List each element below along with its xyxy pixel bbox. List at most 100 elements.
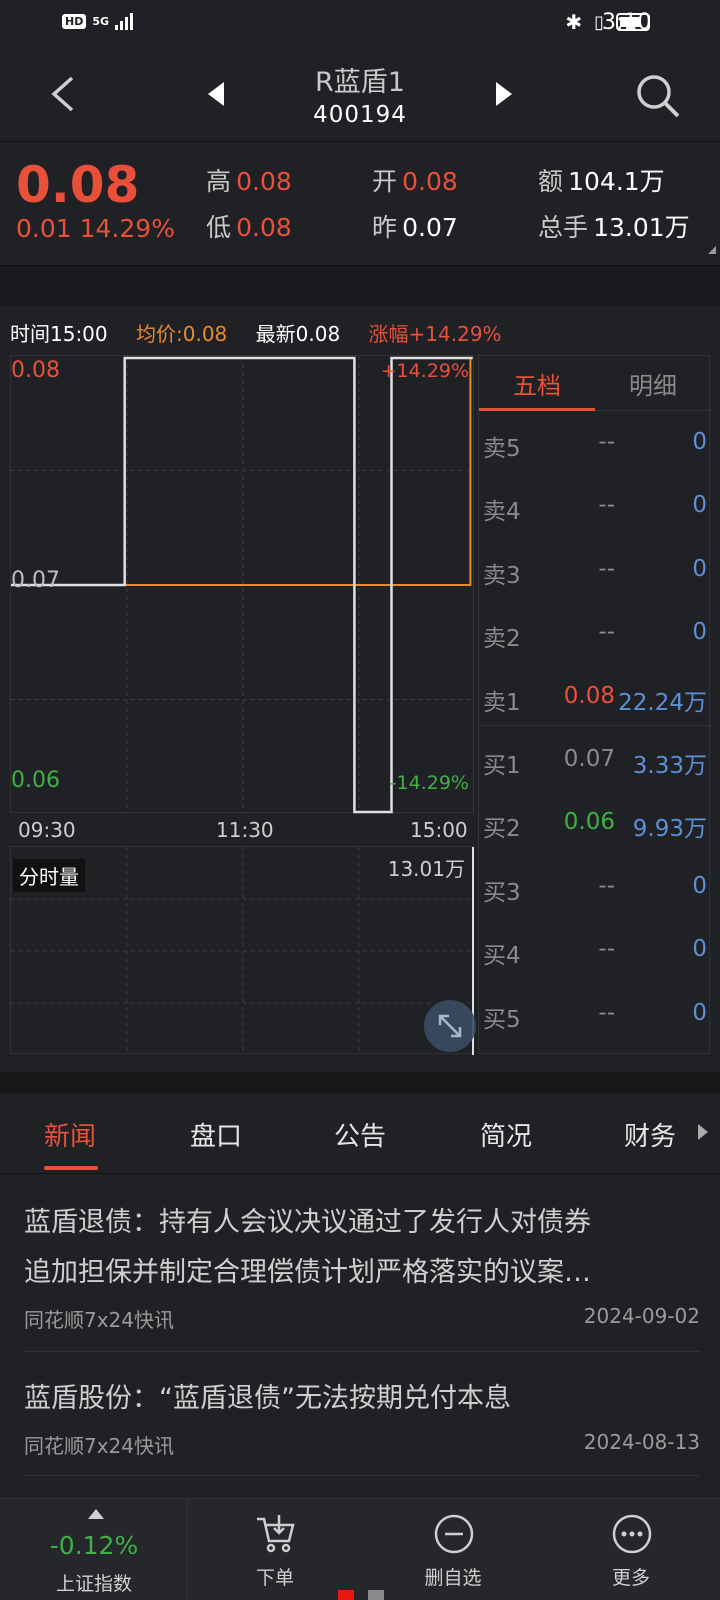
y-axis-mid-label: 0.07 (11, 568, 60, 593)
prev-close-field: 昨 0.07 (372, 208, 458, 244)
y-axis-bottom-label: 0.06 (11, 768, 60, 793)
index-name: 上证指数 (55, 1573, 132, 1595)
signal-icon (115, 12, 134, 30)
tab-announcements[interactable]: 公告 (334, 1116, 386, 1153)
order-book-row: 卖4 -- 0 (479, 474, 711, 538)
previous-stock-icon[interactable] (208, 82, 224, 106)
page-indicator (368, 1590, 384, 1600)
tab-five-levels[interactable]: 五档 (479, 366, 595, 401)
back-arrow-icon[interactable] (44, 74, 84, 114)
news-source: 同花顺7x24快讯 (24, 1308, 175, 1332)
order-volume: 0 (692, 936, 707, 963)
order-button[interactable]: 下单 (210, 1499, 340, 1600)
volume-field: 总手 13.01万 (538, 208, 690, 244)
order-level-label: 卖5 (483, 436, 521, 462)
price-change: 0.01 14.29% (16, 214, 175, 243)
order-level-label: 卖2 (483, 626, 521, 653)
volume-chart[interactable]: 分时量 13.01万 (10, 846, 475, 1055)
fullscreen-button[interactable] (424, 1000, 476, 1052)
expand-up-icon (88, 1509, 104, 1519)
order-level-label: 卖4 (483, 499, 521, 526)
tab-news[interactable]: 新闻 (44, 1116, 96, 1153)
low-label: 低 (206, 213, 232, 242)
y-axis-top-label: 0.08 (11, 358, 60, 383)
stock-name: R蓝盾1 (315, 67, 405, 98)
order-volume: 3.33万 (632, 753, 707, 779)
x-axis-label-start: 09:30 (18, 818, 76, 842)
stock-code: 400194 (313, 102, 407, 128)
order-price: -- (598, 619, 615, 646)
order-level-label: 买2 (483, 816, 521, 843)
high-label: 高 (206, 167, 232, 196)
network-indicators: HD 5G (62, 12, 134, 30)
index-ticker[interactable]: -0.12% 上证指数 (0, 1499, 188, 1600)
cart-icon (257, 1515, 295, 1553)
minus-circle-icon (434, 1514, 474, 1554)
order-volume: 0 (692, 555, 707, 582)
amount-label: 额 (538, 167, 564, 196)
index-change: -0.12% (49, 1531, 139, 1560)
news-meta: 同花顺7x24快讯 2024-08-13 (24, 1430, 700, 1459)
low-field: 低 0.08 (206, 208, 292, 244)
order-book-row: 买5 -- 0 (479, 982, 711, 1046)
open-field: 开 0.08 (372, 162, 458, 198)
expand-arrows-icon (438, 1014, 462, 1038)
chart-info-line: 时间15:00 均价:0.08 最新0.08 涨幅+14.29% (10, 318, 524, 347)
order-book-tabs: 五档 明细 (479, 356, 711, 411)
more-button[interactable]: 更多 (566, 1499, 696, 1600)
order-price: -- (598, 872, 615, 899)
order-level-label: 买4 (483, 943, 521, 970)
open-label: 开 (372, 167, 398, 196)
order-level-label: 卖1 (483, 689, 521, 716)
order-book-row: 卖3 -- 0 (479, 538, 711, 602)
high-field: 高 0.08 (206, 162, 292, 198)
pct-bottom-label: -14.29% (389, 772, 469, 794)
info-avg-price: 均价:0.08 (136, 322, 228, 346)
change-percent: 14.29% (79, 214, 175, 243)
next-stock-icon[interactable] (496, 82, 512, 106)
bluetooth-icon: ✱ (565, 10, 583, 34)
page-indicator-active (338, 1590, 354, 1600)
pct-top-label: +14.29% (380, 360, 469, 382)
order-price: 0.08 (563, 682, 615, 709)
tab-details[interactable]: 明细 (595, 366, 711, 401)
volume-chart-label: 分时量 (13, 859, 85, 892)
intraday-chart[interactable]: 0.08 0.07 0.06 +14.29% -14.29% (10, 355, 475, 814)
low-value: 0.08 (236, 213, 292, 242)
intraday-chart-svg (11, 356, 475, 814)
news-date: 2024-08-13 (583, 1430, 700, 1454)
more-dots-icon (612, 1514, 652, 1554)
clock: 3:10 (602, 10, 652, 35)
order-price: -- (598, 429, 615, 455)
order-volume: 9.93万 (632, 816, 707, 843)
order-book: 五档 明细 卖5 -- 0 卖4 -- 0 卖3 -- 0 卖2 -- 0 卖1 0.08 22.24万 买1… (478, 355, 711, 1054)
order-level-label: 卖3 (483, 562, 521, 589)
remove-watchlist-label: 删自选 (424, 1567, 482, 1589)
remove-watchlist-button[interactable]: 删自选 (388, 1499, 518, 1600)
news-item[interactable]: 蓝盾股份：“蓝盾退债”无法按期兑付本息 同花顺7x24快讯 2024-08-13 (24, 1374, 700, 1459)
tab-finance[interactable]: 财务 (624, 1116, 676, 1153)
order-price: -- (598, 555, 615, 582)
hd-badge: HD (62, 13, 87, 29)
x-axis-label-end: 15:00 (410, 818, 468, 842)
order-level-label: 买5 (483, 1006, 521, 1033)
news-item[interactable]: 蓝盾退债：持有人会议决议通过了发行人对债券 追加担保并制定合理偿债计划严格落实的… (24, 1198, 700, 1333)
tab-handicap[interactable]: 盘口 (190, 1116, 242, 1153)
x-axis-label-mid: 11:30 (216, 818, 274, 842)
order-price: -- (598, 492, 615, 519)
info-change: 涨幅+14.29% (368, 322, 502, 346)
section-divider-2 (0, 1072, 720, 1094)
high-value: 0.08 (236, 167, 292, 196)
search-icon[interactable] (634, 72, 682, 120)
volume-max-label: 13.01万 (387, 857, 465, 881)
prev-close-value: 0.07 (402, 213, 458, 242)
order-price: 0.07 (563, 746, 615, 772)
active-tab-underline (44, 1166, 98, 1170)
news-title-line1: 蓝盾股份：“蓝盾退债”无法按期兑付本息 (24, 1383, 511, 1414)
scroll-right-icon[interactable] (698, 1124, 708, 1140)
tab-profile[interactable]: 简况 (480, 1116, 532, 1153)
order-price: -- (598, 999, 615, 1026)
expand-corner-icon[interactable] (708, 246, 716, 254)
news-separator (24, 1351, 700, 1352)
quote-summary: 0.08 0.01 14.29% 高 0.08 低 0.08 开 0.08 昨 … (0, 142, 720, 266)
